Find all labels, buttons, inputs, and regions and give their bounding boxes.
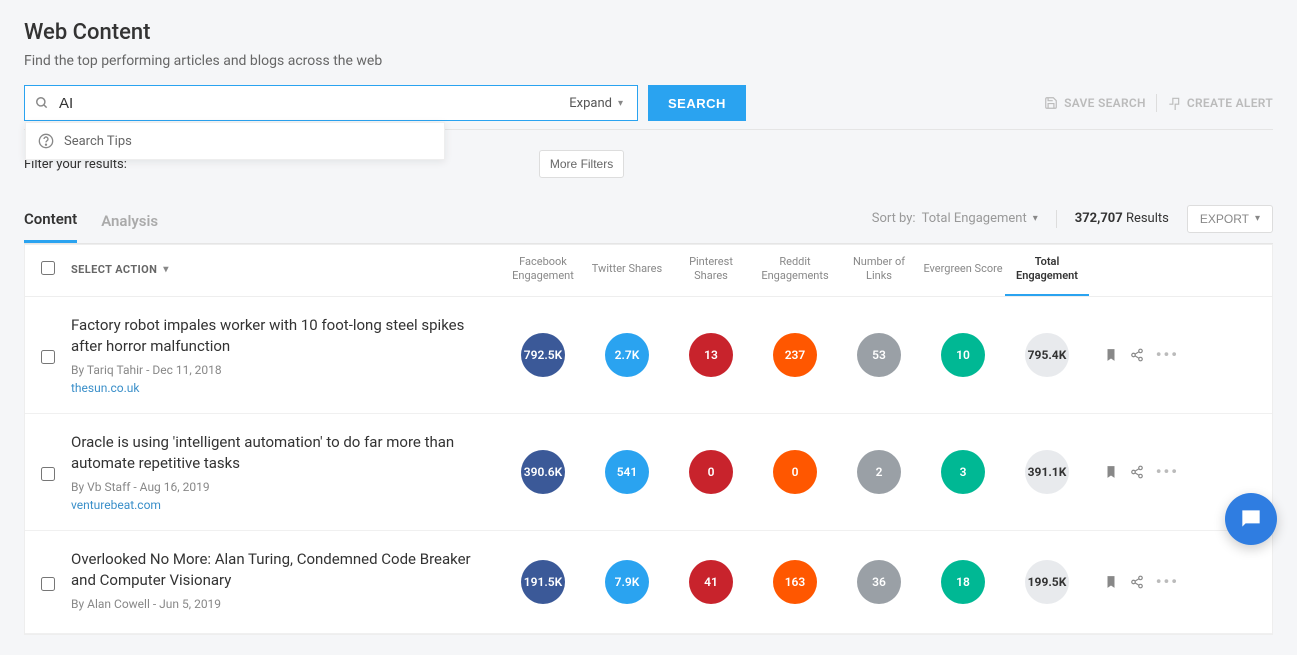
pinterest-metric: 41 [689, 560, 733, 604]
reddit-metric: 0 [773, 450, 817, 494]
total-metric: 199.5K [1025, 560, 1069, 604]
twitter-metric: 2.7K [605, 333, 649, 377]
reddit-metric: 237 [773, 333, 817, 377]
search-input[interactable] [59, 86, 555, 120]
links-metric: 2 [857, 450, 901, 494]
bookmark-icon[interactable] [1104, 575, 1118, 589]
save-search-label: SAVE SEARCH [1064, 96, 1146, 110]
more-icon[interactable]: ••• [1156, 572, 1179, 591]
links-metric: 36 [857, 560, 901, 604]
evergreen-metric: 18 [941, 560, 985, 604]
results-suffix: Results [1126, 211, 1169, 226]
article-title[interactable]: Factory robot impales worker with 10 foo… [71, 315, 481, 357]
alert-icon [1167, 96, 1181, 110]
save-icon [1044, 96, 1058, 110]
evergreen-metric: 3 [941, 450, 985, 494]
twitter-metric: 541 [605, 450, 649, 494]
results-table: SELECT ACTION ▾ Facebook Engagement Twit… [24, 244, 1273, 635]
facebook-metric: 390.6K [521, 450, 565, 494]
results-number: 372,707 [1075, 211, 1123, 226]
expand-label: Expand [569, 96, 612, 111]
pinterest-metric: 0 [689, 450, 733, 494]
tab-content[interactable]: Content [24, 202, 77, 243]
share-icon[interactable] [1130, 465, 1144, 479]
article-domain[interactable]: thesun.co.uk [71, 381, 481, 395]
article-byline: By Tariq Tahir - Dec 11, 2018 [71, 363, 481, 377]
article-byline: By Vb Staff - Aug 16, 2019 [71, 480, 481, 494]
more-icon[interactable]: ••• [1156, 345, 1179, 364]
col-reddit[interactable]: Reddit Engagements [753, 255, 837, 284]
tab-analysis[interactable]: Analysis [101, 204, 158, 242]
table-row: Oracle is using 'intelligent automation'… [25, 414, 1272, 531]
chat-widget[interactable] [1225, 493, 1277, 545]
create-alert-button[interactable]: CREATE ALERT [1167, 96, 1273, 110]
links-metric: 53 [857, 333, 901, 377]
chevron-down-icon: ▾ [1033, 213, 1038, 224]
share-icon[interactable] [1130, 575, 1144, 589]
save-search-button[interactable]: SAVE SEARCH [1044, 96, 1146, 110]
total-metric: 795.4K [1025, 333, 1069, 377]
evergreen-metric: 10 [941, 333, 985, 377]
col-total[interactable]: Total Engagement [1005, 255, 1089, 296]
col-facebook[interactable]: Facebook Engagement [501, 255, 585, 284]
col-evergreen[interactable]: Evergreen Score [921, 262, 1005, 276]
search-tips-popup[interactable]: Search Tips [25, 122, 445, 160]
divider [1156, 94, 1157, 112]
article-title[interactable]: Oracle is using 'intelligent automation'… [71, 432, 481, 474]
create-alert-label: CREATE ALERT [1187, 96, 1273, 110]
expand-button[interactable]: Expand ▾ [555, 86, 637, 120]
twitter-metric: 7.9K [605, 560, 649, 604]
row-checkbox[interactable] [41, 350, 55, 364]
table-row: Overlooked No More: Alan Turing, Condemn… [25, 531, 1272, 634]
table-header: SELECT ACTION ▾ Facebook Engagement Twit… [25, 245, 1272, 297]
col-twitter[interactable]: Twitter Shares [585, 262, 669, 276]
total-metric: 391.1K [1025, 450, 1069, 494]
row-checkbox[interactable] [41, 577, 55, 591]
page-title: Web Content [24, 20, 1273, 45]
help-icon [38, 133, 54, 149]
chat-icon [1238, 506, 1264, 532]
page-subtitle: Find the top performing articles and blo… [24, 53, 1273, 69]
search-button[interactable]: SEARCH [648, 85, 746, 121]
pinterest-metric: 13 [689, 333, 733, 377]
search-icon [35, 96, 49, 110]
col-links[interactable]: Number of Links [837, 255, 921, 284]
select-action-dropdown[interactable]: SELECT ACTION ▾ [71, 263, 501, 276]
divider [1056, 210, 1057, 228]
search-box: Expand ▾ Search Tips [24, 85, 638, 121]
select-action-label: SELECT ACTION [71, 263, 157, 276]
article-domain[interactable]: venturebeat.com [71, 498, 481, 512]
bookmark-icon[interactable] [1104, 465, 1118, 479]
search-tips-label: Search Tips [64, 134, 132, 149]
row-checkbox[interactable] [41, 467, 55, 481]
chevron-down-icon: ▾ [163, 264, 168, 275]
more-filters-button[interactable]: More Filters [539, 150, 624, 178]
export-label: EXPORT [1200, 212, 1249, 226]
select-all-checkbox[interactable] [41, 261, 55, 275]
results-count: 372,707 Results [1075, 211, 1169, 226]
facebook-metric: 792.5K [521, 333, 565, 377]
export-button[interactable]: EXPORT ▾ [1187, 205, 1273, 233]
col-pinterest[interactable]: Pinterest Shares [669, 255, 753, 284]
share-icon[interactable] [1130, 348, 1144, 362]
table-row: Factory robot impales worker with 10 foo… [25, 297, 1272, 414]
facebook-metric: 191.5K [521, 560, 565, 604]
more-icon[interactable]: ••• [1156, 462, 1179, 481]
chevron-down-icon: ▾ [1255, 213, 1260, 224]
reddit-metric: 163 [773, 560, 817, 604]
chevron-down-icon: ▾ [618, 98, 623, 109]
sort-label: Sort by: [872, 211, 916, 226]
sort-by-dropdown[interactable]: Sort by: Total Engagement ▾ [872, 211, 1038, 226]
article-title[interactable]: Overlooked No More: Alan Turing, Condemn… [71, 549, 481, 591]
article-byline: By Alan Cowell - Jun 5, 2019 [71, 597, 481, 611]
sort-value: Total Engagement [922, 211, 1027, 226]
bookmark-icon[interactable] [1104, 348, 1118, 362]
